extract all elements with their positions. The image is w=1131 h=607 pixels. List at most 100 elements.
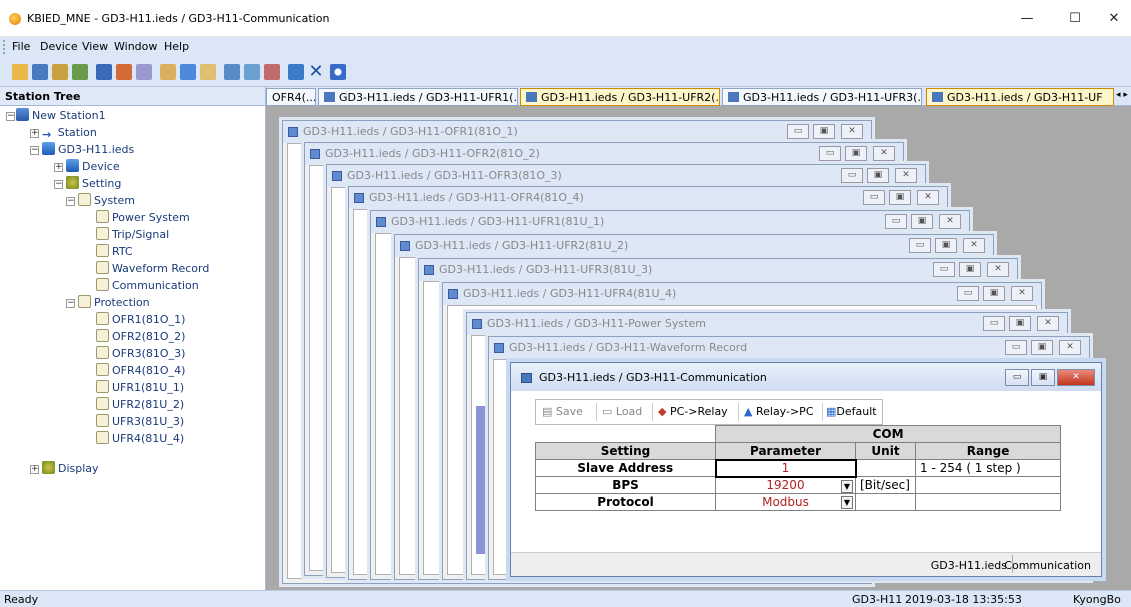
chevron-down-icon[interactable]: ▼: [841, 496, 853, 509]
tab-ufr3[interactable]: GD3-H11.ieds / GD3-H11-UFR3(...: [722, 88, 922, 106]
toolbar: ✕: [0, 57, 1131, 87]
tree-item-communication[interactable]: Communication: [96, 278, 199, 294]
relay-icon[interactable]: [288, 64, 304, 80]
protocol-select[interactable]: Modbus ▼: [715, 493, 856, 511]
default-button[interactable]: ▦Default: [826, 405, 877, 418]
expand-icon[interactable]: +: [30, 129, 39, 138]
menu-window[interactable]: Window: [114, 40, 157, 53]
edit-icon: [96, 329, 109, 342]
tree-item-power-system[interactable]: Power System: [96, 210, 190, 226]
maximize-button[interactable]: ☐: [1053, 6, 1097, 32]
tree-item-rtc[interactable]: RTC: [96, 244, 133, 260]
window-icon: [932, 92, 943, 102]
tree-item-ufr1[interactable]: UFR1(81U_1): [96, 380, 184, 396]
tree-item-gd3-h11[interactable]: GD3-H11.ieds: [42, 142, 134, 158]
save-icon[interactable]: [32, 64, 48, 80]
chevron-down-icon[interactable]: ▼: [841, 479, 853, 493]
status-text: Ready: [4, 593, 39, 606]
tree-item-ofr3[interactable]: OFR3(81O_3): [96, 346, 185, 362]
collapse-icon[interactable]: −: [6, 112, 15, 121]
tree-item-ufr3[interactable]: UFR3(81U_3): [96, 414, 184, 430]
table-row: Slave Address 1 1 - 254 ( 1 step ): [535, 458, 1073, 478]
tab-ofr4[interactable]: OFR4(...: [266, 88, 316, 106]
menu-device[interactable]: Device: [40, 40, 78, 53]
tree-item-ofr1[interactable]: OFR1(81O_1): [96, 312, 185, 328]
tree-item-station[interactable]: → Station: [42, 125, 97, 141]
tab-scroll-icon[interactable]: ◂ ▸ ✕: [1116, 90, 1131, 100]
window-icon: [472, 319, 482, 329]
toolbar-separator: [822, 403, 823, 421]
communication-window[interactable]: GD3-H11.ieds / GD3-H11-Communication ▭ ▣…: [510, 362, 1102, 577]
expand-icon[interactable]: +: [30, 465, 39, 474]
status-user: KyongBo: [1073, 593, 1121, 606]
monitor-icon[interactable]: [180, 64, 196, 80]
window-title: KBIED_MNE - GD3-H11.ieds / GD3-H11-Commu…: [27, 12, 330, 25]
tree-item-waveform-record[interactable]: Waveform Record: [96, 261, 209, 277]
table-icon[interactable]: [200, 64, 216, 80]
pc-to-relay-button[interactable]: ◆ PC->Relay: [658, 405, 728, 418]
menu-file[interactable]: File: [12, 40, 30, 53]
menu-view[interactable]: View: [82, 40, 108, 53]
window-icon: [448, 289, 458, 299]
collapse-icon[interactable]: −: [66, 299, 75, 308]
tree-item-ufr2[interactable]: UFR2(81U_2): [96, 397, 184, 413]
station-tree[interactable]: − New Station1 + → Station − GD3-H11.ied…: [0, 106, 266, 590]
range-cell: [914, 476, 1062, 494]
window-icon: [728, 92, 739, 102]
status-device: GD3-H11: [852, 593, 903, 606]
restore-button[interactable]: ▣: [1031, 369, 1055, 386]
window-icon[interactable]: [224, 64, 240, 80]
cascade-icon[interactable]: [244, 64, 260, 80]
open-icon[interactable]: [12, 64, 28, 80]
tree-item-new-station[interactable]: New Station1: [16, 108, 106, 124]
collapse-icon[interactable]: −: [66, 197, 75, 206]
save-button[interactable]: ▤ Save: [542, 405, 583, 418]
window-icon: [400, 241, 410, 251]
tree-item-display[interactable]: Display: [42, 461, 99, 477]
tree-item-ofr4[interactable]: OFR4(81O_4): [96, 363, 185, 379]
help-icon[interactable]: [330, 64, 346, 80]
tab-ufr1[interactable]: GD3-H11.ieds / GD3-H11-UFR1(...: [318, 88, 518, 106]
collapse-icon[interactable]: −: [54, 180, 63, 189]
toolbar-separator: [652, 403, 653, 421]
tab-ufr2[interactable]: GD3-H11.ieds / GD3-H11-UFR2(...: [520, 88, 720, 106]
minimize-button[interactable]: —: [1005, 6, 1049, 32]
title-bar: KBIED_MNE - GD3-H11.ieds / GD3-H11-Commu…: [0, 0, 1131, 37]
close-button[interactable]: ✕: [1092, 6, 1131, 32]
edit-icon: [96, 414, 109, 427]
slave-address-field[interactable]: 1: [714, 458, 857, 478]
bps-select[interactable]: 19200 ▼: [715, 476, 856, 494]
tree-icon[interactable]: [72, 64, 88, 80]
menu-bar: File Device View Window Help: [0, 37, 1131, 57]
tree-item-ufr4[interactable]: UFR4(81U_4): [96, 431, 184, 447]
expand-icon[interactable]: +: [54, 163, 63, 172]
tree-item-system[interactable]: System: [78, 193, 135, 209]
tree-item-protection[interactable]: Protection: [78, 295, 150, 311]
list-icon[interactable]: [96, 64, 112, 80]
tree-item-ofr2[interactable]: OFR2(81O_2): [96, 329, 185, 345]
upload-icon[interactable]: [136, 64, 152, 80]
relay-to-pc-button[interactable]: ▲ Relay->PC: [744, 405, 814, 418]
settings-icon[interactable]: [160, 64, 176, 80]
tab-ufr4[interactable]: GD3-H11.ieds / GD3-H11-UF: [926, 88, 1114, 106]
device-icon[interactable]: [52, 64, 68, 80]
load-button[interactable]: ▭ Load: [602, 405, 642, 418]
window-icon: [526, 92, 537, 102]
edit-icon: [96, 431, 109, 444]
tree-item-setting[interactable]: Setting: [66, 176, 121, 192]
collapse-icon[interactable]: −: [30, 146, 39, 155]
close-icon[interactable]: ✕: [308, 63, 324, 81]
close-button[interactable]: ✕: [1057, 369, 1095, 386]
station-icon: [16, 108, 29, 121]
setting-name: BPS: [535, 476, 716, 494]
unit-cell: [855, 493, 916, 511]
menu-help[interactable]: Help: [164, 40, 189, 53]
communication-window-title-bar[interactable]: GD3-H11.ieds / GD3-H11-Communication ▭ ▣…: [511, 363, 1101, 391]
station-tree-header: Station Tree: [0, 87, 266, 106]
status-datetime: 2019-03-18 13:35:53: [905, 593, 1022, 606]
download-icon[interactable]: [116, 64, 132, 80]
tree-item-device[interactable]: Device: [66, 159, 120, 175]
tile-icon[interactable]: [264, 64, 280, 80]
minimize-button[interactable]: ▭: [1005, 369, 1029, 386]
tree-item-trip-signal[interactable]: Trip/Signal: [96, 227, 169, 243]
